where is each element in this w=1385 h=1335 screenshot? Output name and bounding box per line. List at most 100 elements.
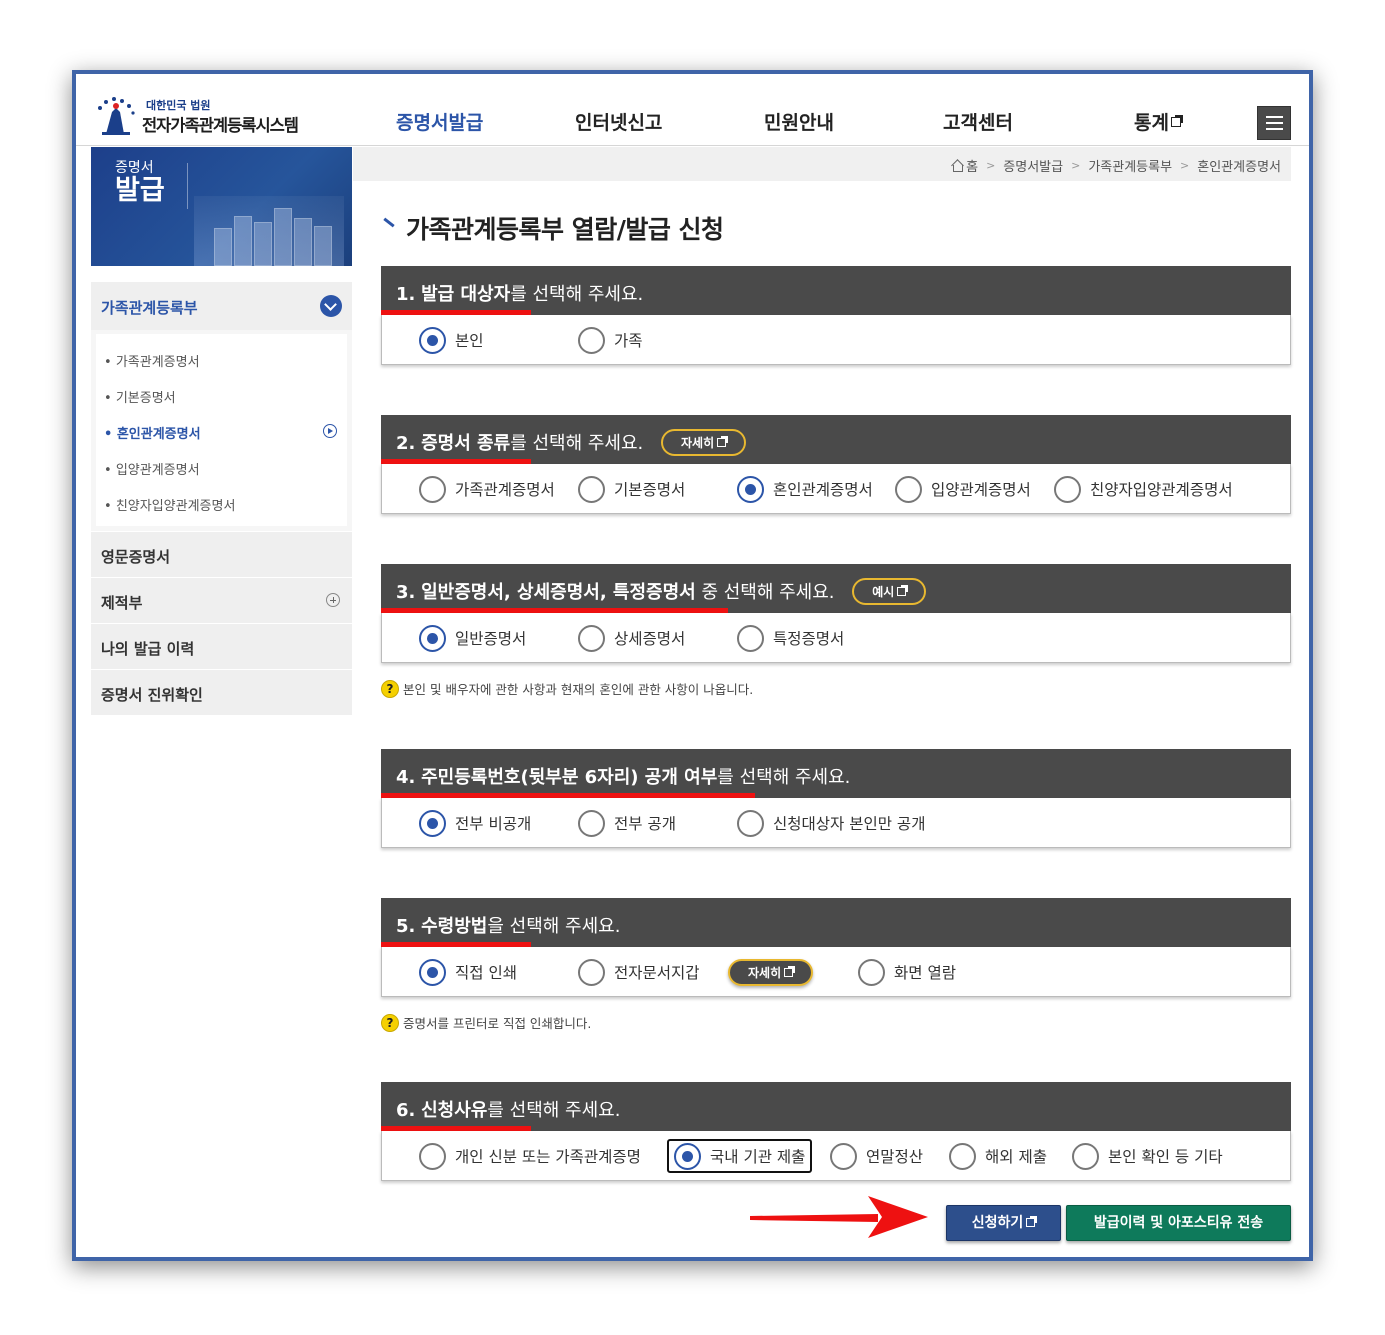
radio-screen-view[interactable]: 화면 열람 <box>858 958 956 986</box>
nav-customer-center[interactable]: 고객센터 <box>943 108 1013 135</box>
radio-label: 기본증명서 <box>614 481 686 499</box>
radio-all-public[interactable]: 전부 공개 <box>578 809 676 837</box>
section-number: 2. <box>396 433 416 454</box>
sidebar-subitem-label: 혼인관계증명서 <box>116 427 201 442</box>
nav-statistics[interactable]: 통계 <box>1134 108 1183 135</box>
breadcrumb-item[interactable]: 증명서발급 <box>1003 156 1063 175</box>
details-button[interactable]: 자세히 <box>661 428 747 456</box>
sidebar-item-my-history[interactable]: 나의 발급 이력 <box>91 623 352 669</box>
radio-family[interactable]: 가족 <box>578 326 643 354</box>
apply-button[interactable]: 신청하기 <box>946 1205 1061 1241</box>
sidebar-subitem-label: 가족관계증명서 <box>115 355 200 370</box>
radio-unchecked-icon <box>737 809 764 837</box>
radio-all-private[interactable]: 전부 비공개 <box>419 809 531 837</box>
radio-direct-print[interactable]: 직접 인쇄 <box>419 958 517 986</box>
radio-label: 신청대상자 본인만 공개 <box>773 815 926 833</box>
radio-unchecked-icon <box>830 1142 857 1170</box>
example-button[interactable]: 예시 <box>852 577 927 605</box>
sidebar-group-family-register[interactable]: 가족관계등록부 <box>91 282 352 330</box>
radio-other[interactable]: 본인 확인 등 기타 <box>1072 1142 1223 1170</box>
issue-history-apostille-button[interactable]: 발급이력 및 아포스티유 전송 <box>1066 1205 1291 1241</box>
site-header: 대한민국 법원 전자가족관계등록시스템 증명서발급 인터넷신고 민원안내 고객센… <box>76 74 1309 146</box>
sidebar-subitem-family-cert[interactable]: • 가족관계증명서 <box>96 340 347 376</box>
sidebar-banner: 증명서 발급 <box>91 147 352 266</box>
radio-checked-icon <box>419 809 446 837</box>
nav-internet-report[interactable]: 인터넷신고 <box>575 108 662 135</box>
logo-title: 전자가족관계등록시스템 <box>142 116 299 135</box>
radio-e-document-wallet[interactable]: 전자문서지갑 <box>578 958 700 986</box>
section-number: 5. <box>396 916 416 937</box>
section-text: 를 선택해 주세요. <box>510 433 644 454</box>
radio-label: 친양자입양관계증명서 <box>1090 481 1233 499</box>
sidebar-subitem-label: 기본증명서 <box>115 391 176 406</box>
radio-personal-identity[interactable]: 개인 신분 또는 가족관계증명 <box>419 1142 641 1170</box>
site-logo[interactable]: 대한민국 법원 전자가족관계등록시스템 <box>94 94 319 138</box>
section-text: 를 선택해 주세요. <box>487 1100 621 1121</box>
radio-family-cert[interactable]: 가족관계증명서 <box>419 475 555 503</box>
radio-basic-cert[interactable]: 기본증명서 <box>578 475 685 503</box>
hamburger-menu-button[interactable] <box>1257 106 1291 140</box>
sidebar-item-english-cert[interactable]: 영문증명서 <box>91 531 352 577</box>
section-text: 을 선택해 주세요. <box>487 916 621 937</box>
radio-unchecked-icon <box>895 475 922 503</box>
section-header: 1. 발급 대상자를 선택해 주세요. <box>381 266 1291 316</box>
sidebar-item-removed-register[interactable]: 제적부 <box>91 577 352 623</box>
page-title: 가족관계등록부 열람/발급 신청 <box>406 215 724 244</box>
sidebar-item-authenticity-check[interactable]: 증명서 진위확인 <box>91 669 352 715</box>
sidebar-subitem-label: 친양자입양관계증명서 <box>115 499 236 514</box>
section-highlight: 주민등록번호(뒷부분 6자리) 공개 여부 <box>421 767 718 788</box>
radio-domestic-institution[interactable]: 국내 기관 제출 <box>667 1139 813 1173</box>
sidebar-item-label: 영문증명서 <box>101 548 171 566</box>
radio-label: 가족 <box>614 332 643 350</box>
example-button-label: 예시 <box>872 584 895 599</box>
red-arrow-annotation <box>750 1196 928 1238</box>
radio-unchecked-icon <box>949 1142 976 1170</box>
radio-label: 특정증명서 <box>773 630 845 648</box>
sidebar-subitem-adoption-cert[interactable]: • 입양관계증명서 <box>96 448 347 484</box>
plus-circle-icon[interactable] <box>326 593 340 607</box>
section-text: 를 선택해 주세요. <box>717 767 851 788</box>
radio-adoption-cert[interactable]: 입양관계증명서 <box>895 475 1031 503</box>
wallet-details-button[interactable]: 자세히 <box>728 959 814 986</box>
radio-label: 직접 인쇄 <box>455 964 517 982</box>
radio-unchecked-icon <box>419 1142 446 1170</box>
section-header: 4. 주민등록번호(뒷부분 6자리) 공개 여부를 선택해 주세요. <box>381 749 1291 799</box>
section-highlight: 신청사유 <box>421 1100 488 1121</box>
sidebar-menu: 가족관계등록부 • 가족관계증명서 • 기본증명서 • 혼인관계증명서 • 입양… <box>91 282 352 715</box>
radio-label: 화면 열람 <box>894 964 956 982</box>
external-link-icon <box>717 435 729 447</box>
section-highlight: 증명서 종류 <box>421 433 511 454</box>
radio-overseas[interactable]: 해외 제출 <box>949 1142 1047 1170</box>
radio-detailed-cert[interactable]: 상세증명서 <box>578 624 685 652</box>
radio-label: 전부 비공개 <box>455 815 532 833</box>
radio-general-cert[interactable]: 일반증명서 <box>419 624 526 652</box>
section-options: 일반증명서 상세증명서 특정증명서 <box>381 613 1291 663</box>
radio-label: 상세증명서 <box>614 630 686 648</box>
books-illustration <box>194 196 344 266</box>
nav-civil-guide[interactable]: 민원안내 <box>764 108 834 135</box>
section-cert-type: 2. 증명서 종류를 선택해 주세요. 자세히 가족관계증명서 기본증명서 혼인… <box>381 415 1291 514</box>
breadcrumb-home[interactable]: 홈 <box>951 156 978 175</box>
radio-self[interactable]: 본인 <box>419 326 484 354</box>
sidebar-subitem-full-adoption-cert[interactable]: • 친양자입양관계증명서 <box>96 484 347 520</box>
radio-applicant-only-public[interactable]: 신청대상자 본인만 공개 <box>737 809 925 837</box>
chevron-down-icon[interactable] <box>320 295 342 317</box>
section-header: 3. 일반증명서, 상세증명서, 특정증명서 중 선택해 주세요. 예시 <box>381 564 1291 614</box>
nav-certificate-issue[interactable]: 증명서발급 <box>396 108 483 135</box>
radio-specific-cert[interactable]: 특정증명서 <box>737 624 844 652</box>
sidebar-submenu: • 가족관계증명서 • 기본증명서 • 혼인관계증명서 • 입양관계증명서 • … <box>91 330 352 531</box>
radio-unchecked-icon <box>578 624 605 652</box>
breadcrumb-item[interactable]: 가족관계등록부 <box>1088 156 1172 175</box>
radio-label: 해외 제출 <box>985 1148 1047 1166</box>
section-options: 본인 가족 <box>381 315 1291 365</box>
section-receipt-method: 5. 수령방법을 선택해 주세요. 직접 인쇄 전자문서지갑 자세히 화면 열람 <box>381 898 1291 997</box>
section-cert-detail-level: 3. 일반증명서, 상세증명서, 특정증명서 중 선택해 주세요. 예시 일반증… <box>381 564 1291 663</box>
sidebar-subitem-marriage-cert[interactable]: • 혼인관계증명서 <box>96 412 347 448</box>
radio-year-end-tax[interactable]: 연말정산 <box>830 1142 923 1170</box>
radio-full-adoption-cert[interactable]: 친양자입양관계증명서 <box>1054 475 1233 503</box>
radio-marriage-cert[interactable]: 혼인관계증명서 <box>737 475 873 503</box>
sidebar-subitem-basic-cert[interactable]: • 기본증명서 <box>96 376 347 412</box>
radio-label: 본인 확인 등 기타 <box>1108 1148 1223 1166</box>
radio-label: 개인 신분 또는 가족관계증명 <box>455 1148 641 1166</box>
external-link-icon <box>784 966 796 977</box>
